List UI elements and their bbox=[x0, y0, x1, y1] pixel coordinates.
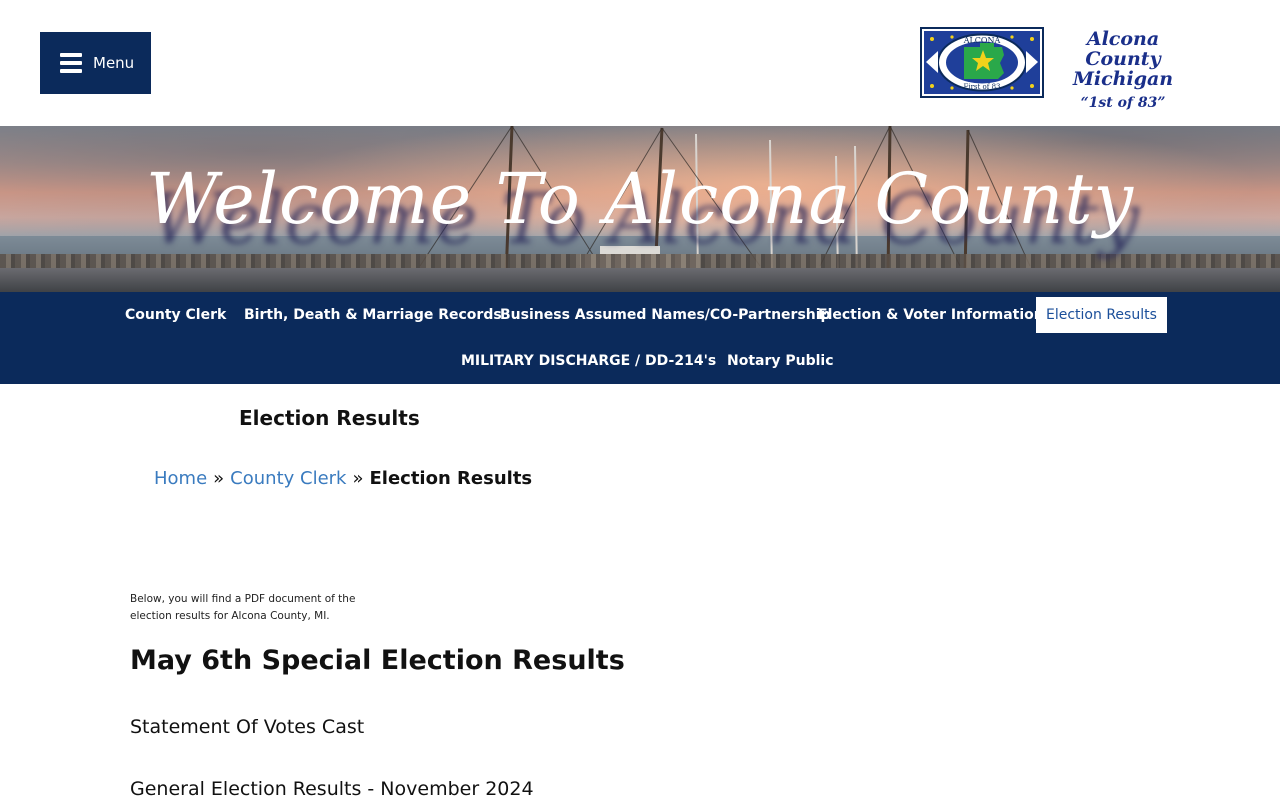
breadcrumb: Home» County Clerk» Election Results bbox=[154, 468, 532, 489]
general-election-results-link[interactable]: General Election Results - November 2024 bbox=[130, 778, 534, 800]
nav-item-election-results[interactable]: Election Results bbox=[1036, 297, 1167, 333]
nav-item-notary-public[interactable]: Notary Public bbox=[717, 343, 844, 379]
intro-text: Below, you will find a PDF document of t… bbox=[130, 593, 356, 622]
breadcrumb-current: Election Results bbox=[369, 468, 533, 489]
seal-top-text: ALCONA bbox=[963, 36, 1001, 45]
section-title: May 6th Special Election Results bbox=[130, 645, 625, 676]
logo-line-county: Alcona County bbox=[1085, 28, 1161, 70]
logo-text: Alcona County Michigan “1st of 83” bbox=[1050, 27, 1196, 113]
breadcrumb-county-clerk-link[interactable]: County Clerk bbox=[230, 468, 346, 489]
nav-item-business-assumed-names[interactable]: Business Assumed Names/CO-Partnership bbox=[490, 297, 841, 333]
menu-button[interactable]: Menu bbox=[40, 32, 151, 94]
main-nav: County Clerk Birth, Death & Marriage Rec… bbox=[0, 292, 1280, 384]
page-title: Election Results bbox=[239, 406, 420, 430]
breadcrumb-separator: » bbox=[213, 468, 225, 489]
site-logo[interactable]: ALCONA First of 83 Alcona County Michiga… bbox=[920, 27, 1200, 111]
nav-item-military-discharge[interactable]: MILITARY DISCHARGE / DD-214's bbox=[451, 343, 726, 379]
site-header: Menu ALCONA First of 83 Alcona County Mi… bbox=[0, 0, 1280, 126]
menu-label: Menu bbox=[93, 54, 135, 72]
hamburger-icon bbox=[60, 53, 82, 73]
breadcrumb-separator: » bbox=[352, 468, 364, 489]
nav-item-birth-death-marriage[interactable]: Birth, Death & Marriage Records bbox=[234, 297, 512, 333]
breadcrumb-home-link[interactable]: Home bbox=[154, 468, 207, 489]
banner-title: Welcome To Alcona County bbox=[145, 158, 1134, 240]
logo-tagline: “1st of 83” bbox=[1080, 95, 1166, 111]
logo-line-state: Michigan bbox=[1072, 68, 1174, 90]
county-seal-icon: ALCONA First of 83 bbox=[920, 27, 1044, 98]
statement-of-votes-link[interactable]: Statement Of Votes Cast bbox=[130, 716, 364, 738]
nav-item-county-clerk[interactable]: County Clerk bbox=[115, 297, 236, 333]
nav-item-election-voter-info[interactable]: Election & Voter Information bbox=[808, 297, 1054, 333]
hero-banner: Welcome To Alcona County bbox=[0, 126, 1280, 292]
seal-bottom-text: First of 83 bbox=[963, 83, 1000, 91]
